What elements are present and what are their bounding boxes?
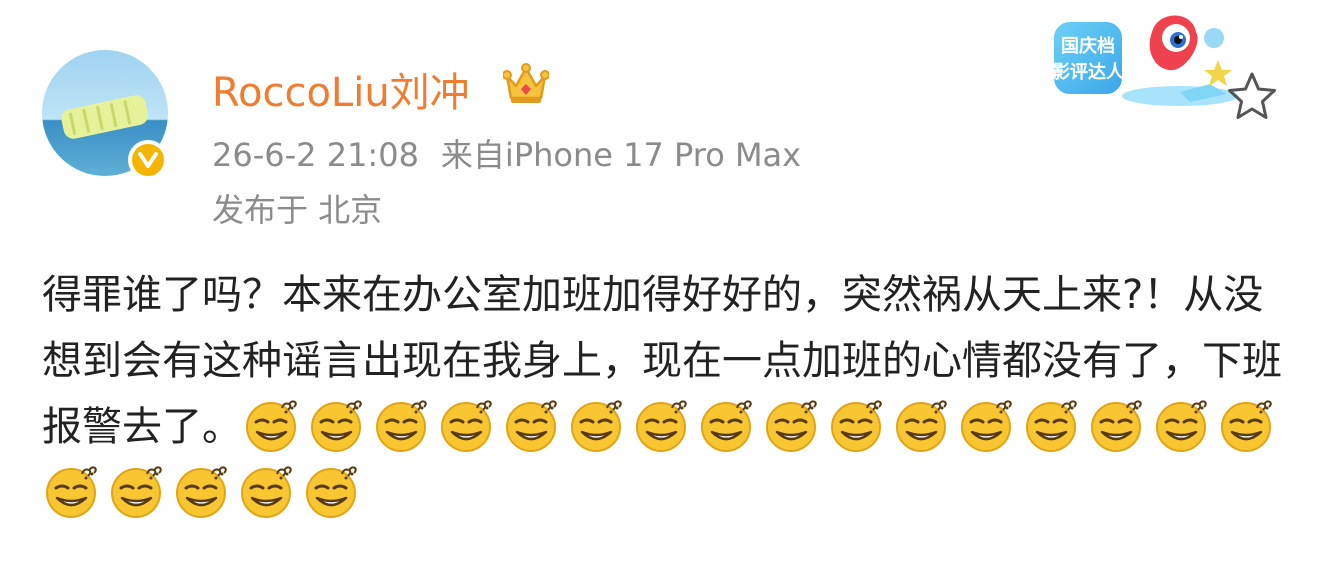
post-source[interactable]: 来自iPhone 17 Pro Max <box>441 136 801 174</box>
crown-icon[interactable] <box>503 62 549 106</box>
doge-sweat-emoji <box>1087 396 1145 454</box>
doge-sweat-emoji <box>107 462 165 520</box>
doge-sweat-emoji <box>372 396 430 454</box>
doge-sweat-emoji <box>302 462 360 520</box>
doge-sweat-emoji <box>762 396 820 454</box>
doge-sweat-emoji <box>892 396 950 454</box>
doge-sweat-emoji <box>502 396 560 454</box>
post-timestamp[interactable]: 26-6-2 21:08 <box>212 136 419 174</box>
film-review-badge[interactable]: 国庆档 影评达人 <box>1040 10 1240 110</box>
svg-text:影评达人: 影评达人 <box>1052 61 1125 82</box>
doge-sweat-emoji <box>1022 396 1080 454</box>
doge-sweat-emoji <box>827 396 885 454</box>
svg-text:国庆档: 国庆档 <box>1061 35 1115 56</box>
doge-sweat-emoji <box>957 396 1015 454</box>
username-link[interactable]: RoccoLiu刘冲 <box>212 60 470 118</box>
post-body: 得罪谁了吗？本来在办公室加班加得好好的，突然祸从天上来?！从没想到会有这种谣言出… <box>42 262 1282 526</box>
doge-sweat-emoji <box>237 462 295 520</box>
doge-sweat-emoji <box>172 462 230 520</box>
doge-sweat-emoji <box>697 396 755 454</box>
doge-sweat-emoji <box>437 396 495 454</box>
verified-icon <box>128 140 168 180</box>
post-location: 发布于 北京 <box>212 191 383 229</box>
doge-sweat-emoji <box>632 396 690 454</box>
doge-sweat-emoji <box>1152 396 1210 454</box>
post-meta: 26-6-2 21:08 来自iPhone 17 Pro Max <box>212 130 801 176</box>
doge-sweat-emoji <box>567 396 625 454</box>
doge-sweat-emoji <box>242 396 300 454</box>
doge-sweat-emoji <box>42 462 100 520</box>
star-icon[interactable] <box>1225 70 1279 122</box>
doge-sweat-emoji <box>1217 396 1275 454</box>
doge-sweat-emoji <box>307 396 365 454</box>
